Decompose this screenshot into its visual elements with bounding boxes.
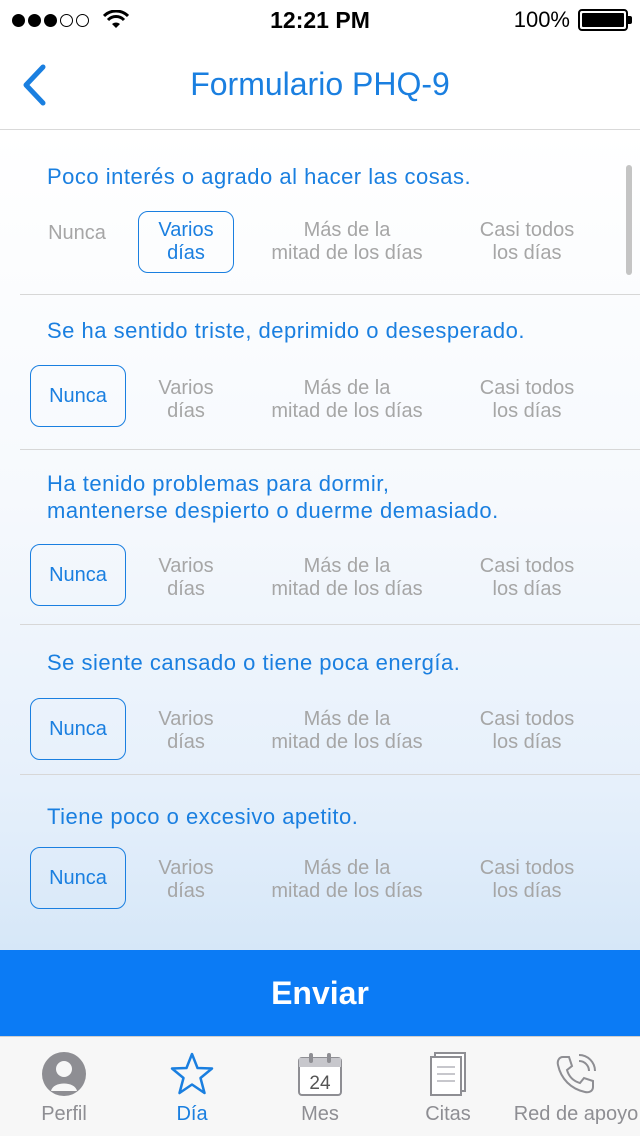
option-mas-de-la-mitad[interactable]: Más de la mitad de los días [247,211,447,273]
tab-perfil[interactable]: Perfil [0,1037,128,1136]
documents-icon [430,1052,466,1096]
tab-bar: Perfil Día 24 Mes Citas Red de apoyo [0,1036,640,1136]
chevron-left-icon [23,64,46,106]
question-item: Se siente cansado o tiene poca energía. … [20,625,640,775]
questionnaire-list[interactable]: Poco interés o agrado al hacer las cosas… [0,130,640,950]
question-text: Se ha sentido triste, deprimido o desesp… [47,318,525,343]
question-text: Ha tenido problemas para dormir, mantene… [47,471,499,523]
tab-label: Día [176,1103,208,1125]
option-mas-de-la-mitad[interactable]: Más de la mitad de los días [247,547,447,609]
battery-icon [578,9,632,31]
battery-percentage: 100% [513,7,570,32]
option-varios-dias[interactable]: Varios días [138,700,234,762]
wifi-icon [103,10,129,28]
option-nunca[interactable]: Nunca [29,202,125,264]
question-item: Poco interés o agrado al hacer las cosas… [20,130,640,295]
option-varios-dias[interactable]: Varios días [138,547,234,609]
question-text: Poco interés o agrado al hacer las cosas… [47,164,472,189]
option-casi-todos[interactable]: Casi todos los días [427,849,627,911]
question-item: Ha tenido problemas para dormir, mantene… [20,450,640,625]
option-casi-todos[interactable]: Casi todos los días [427,211,627,273]
option-mas-de-la-mitad[interactable]: Más de la mitad de los días [247,369,447,431]
tab-mes[interactable]: 24 Mes [256,1037,384,1136]
option-casi-todos[interactable]: Casi todos los días [427,369,627,431]
status-bar: 12:21 PM 100% [0,0,640,40]
back-button[interactable] [14,62,54,108]
option-nunca[interactable]: Nunca [30,365,126,427]
question-text: Se siente cansado o tiene poca energía. [47,650,461,675]
tab-label: Perfil [41,1103,87,1125]
option-mas-de-la-mitad[interactable]: Más de la mitad de los días [247,700,447,762]
option-mas-de-la-mitad[interactable]: Más de la mitad de los días [247,849,447,911]
question-item: Tiene poco o excesivo apetito. Nunca Var… [20,775,640,925]
option-nunca[interactable]: Nunca [30,544,126,606]
option-casi-todos[interactable]: Casi todos los días [427,547,627,609]
option-varios-dias[interactable]: Varios días [138,211,234,273]
phone-icon [556,1054,596,1094]
navigation-bar: Formulario PHQ-9 [0,40,640,130]
tab-label: Citas [425,1103,471,1125]
option-nunca[interactable]: Nunca [30,698,126,760]
question-text: Tiene poco o excesivo apetito. [47,804,359,829]
option-varios-dias[interactable]: Varios días [138,369,234,431]
option-nunca[interactable]: Nunca [30,847,126,909]
tab-red-de-apoyo[interactable]: Red de apoyo [512,1037,640,1136]
tab-citas[interactable]: Citas [384,1037,512,1136]
option-varios-dias[interactable]: Varios días [138,849,234,911]
profile-icon [42,1052,86,1096]
option-casi-todos[interactable]: Casi todos los días [427,700,627,762]
svg-text:24: 24 [309,1073,331,1094]
question-item: Se ha sentido triste, deprimido o desesp… [20,295,640,450]
tab-label: Mes [301,1103,339,1125]
tab-label: Red de apoyo [513,1103,639,1125]
submit-button[interactable]: Enviar [0,950,640,1036]
calendar-icon: 24 [298,1053,342,1096]
page-title: Formulario PHQ-9 [190,66,450,102]
signal-strength-icon [12,13,89,27]
star-icon [170,1052,214,1095]
tab-dia[interactable]: Día [128,1037,256,1136]
